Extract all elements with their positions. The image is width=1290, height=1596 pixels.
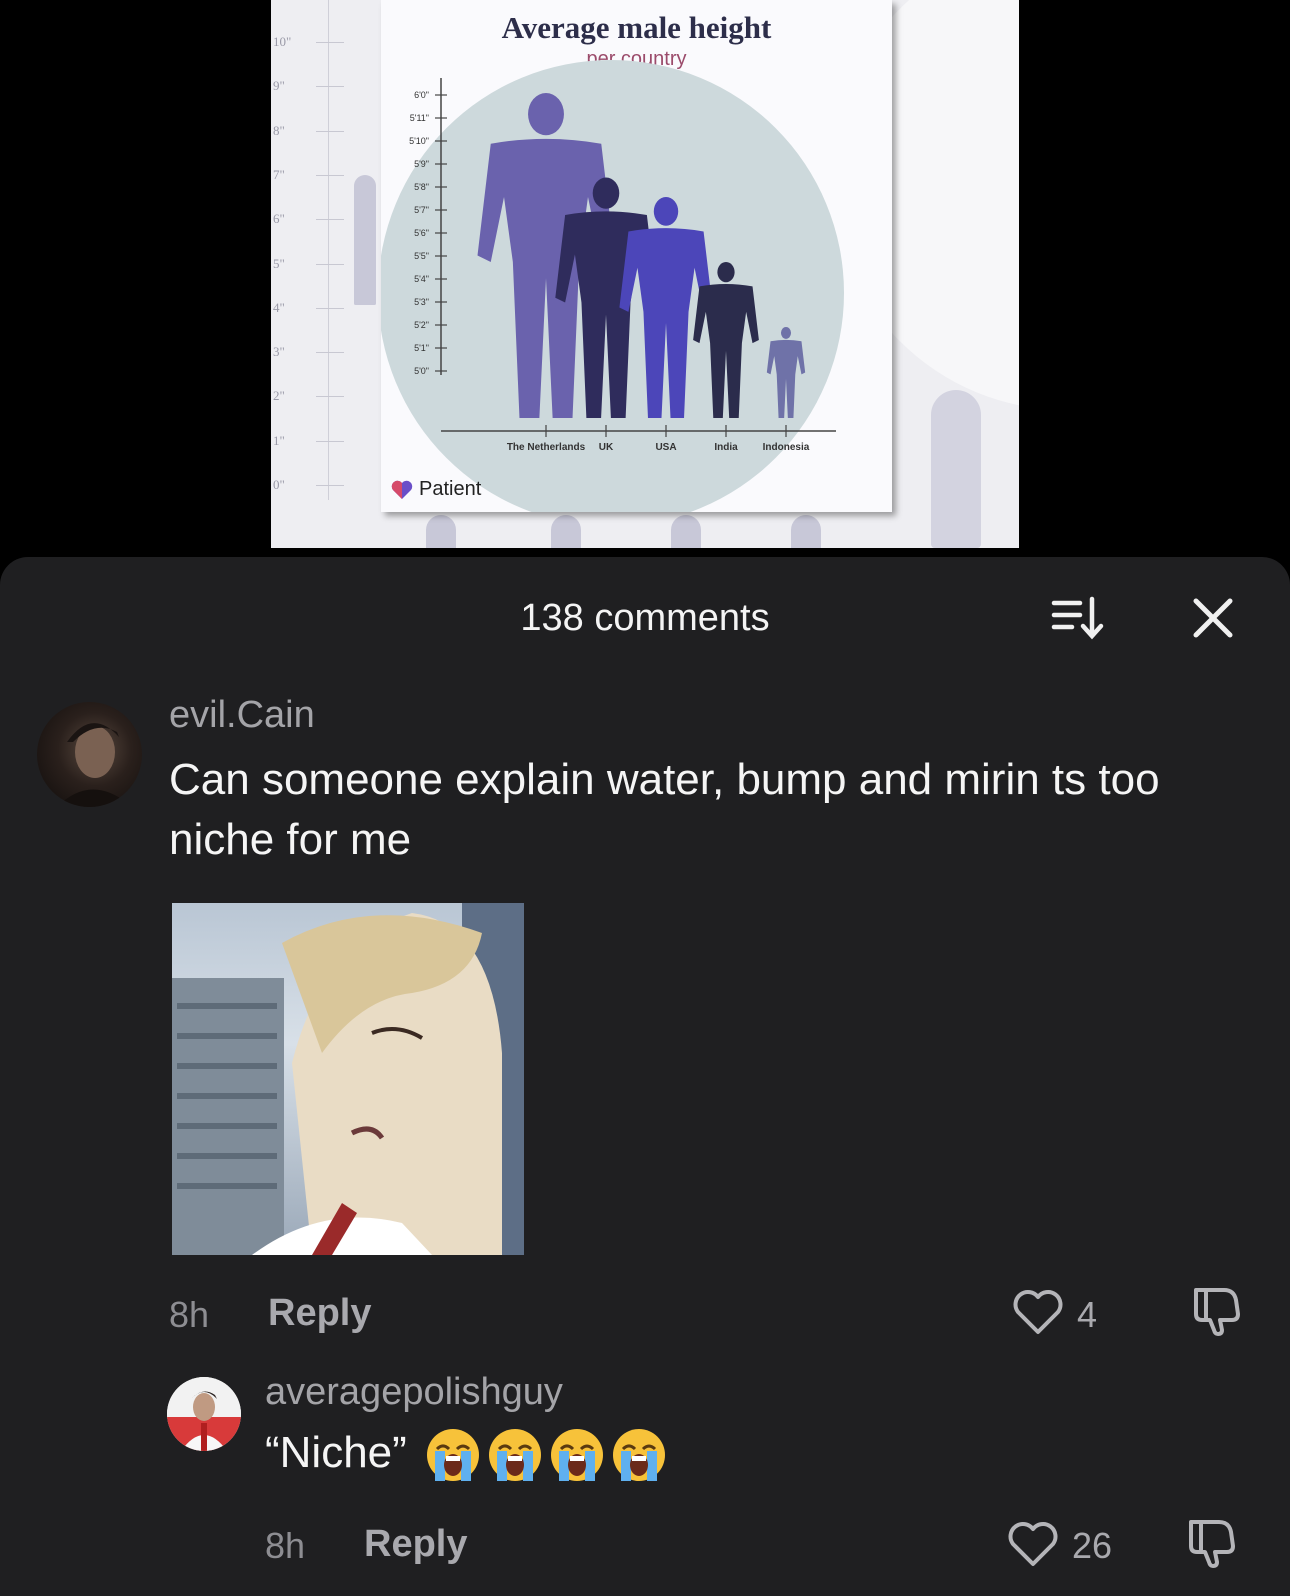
ruler-label: 10" [273,34,292,49]
y-tick-label: 5'0" [414,366,429,376]
ruler-tick [316,130,344,132]
comment-time: 8h [169,1294,210,1335]
ruler-label: 5" [273,255,285,271]
avatar-portrait [57,723,132,807]
ruler-tick [316,396,344,398]
ruler-label: 8" [273,122,285,138]
ruler-tick [316,440,344,442]
y-tick-label: 5'7" [414,205,429,215]
crying-emoji-icon [487,1427,543,1483]
y-tick-label: 5'6" [414,228,429,238]
ghost-silhouette [354,175,376,305]
y-tick-label: 5'8" [414,182,429,192]
reply-username[interactable]: averagepolishguy [265,1371,563,1414]
x-tick-label: The Netherlands [507,442,586,453]
ghost-silhouette [671,515,701,548]
like-count: 26 [1072,1525,1113,1566]
crying-emoji-icon [611,1427,667,1483]
crying-emoji-icon [549,1427,605,1483]
ruler-tick [316,263,344,265]
ruler-label: 2" [273,388,285,404]
background-height-ruler: 10" 9" 8" 7" 6" 5" 4" 3" 2" 1" 0" [271,0,351,500]
ruler-label: 0" [273,477,285,492]
heart-icon[interactable] [1006,1519,1060,1569]
gif-illustration [172,903,524,1255]
crying-emoji-icon [425,1427,481,1483]
y-tick-label: 5'1" [414,343,429,353]
x-tick-label: UK [599,442,614,453]
brand-name: Patient [419,478,482,500]
y-tick-label: 6'0" [414,90,429,100]
dislike-icon[interactable] [1185,1514,1239,1568]
ruler-tick [316,86,344,88]
ghost-silhouette [426,515,456,548]
reply-button[interactable]: Reply [364,1523,467,1566]
ruler-tick [316,42,344,43]
avatar[interactable] [37,702,142,807]
height-chart: 6'0" 5'11" 5'10" 5'9" 5'8" 5'7" 5'6" 5'5" 5'4" 5'… [381,60,844,512]
ruler-tick [316,485,344,486]
y-tick-label: 5'4" [414,274,429,284]
ruler-tick [316,352,344,354]
ruler-tick [316,307,344,309]
reply-button[interactable]: Reply [268,1292,371,1335]
heart-icon[interactable] [1011,1287,1065,1337]
video-frame[interactable]: 10" 9" 8" 7" 6" 5" 4" 3" 2" 1" 0" Average male hei… [271,0,1019,548]
y-tick-label: 5'10" [409,136,429,146]
heart-logo-icon [391,480,413,499]
sort-icon[interactable] [1050,595,1106,641]
ruler-label: 7" [273,166,285,182]
like-count: 4 [1077,1294,1098,1335]
ruler-label: 9" [273,78,285,94]
avatar[interactable] [167,1377,241,1451]
y-tick-label: 5'11" [410,113,429,123]
ghost-silhouette [551,515,581,548]
crying-emoji-row [419,1428,667,1482]
reply-time: 8h [265,1525,306,1566]
x-tick-label: Indonesia [763,442,810,453]
brand-logo: Patient [391,478,481,501]
comment-text: Can someone explain water, bump and miri… [169,755,1160,864]
avatar-portrait [167,1377,241,1451]
y-tick-label: 5'2" [414,320,429,330]
ruler-label: 1" [273,432,285,448]
reply-text: “Niche” [265,1423,667,1483]
ghost-silhouette [931,390,981,548]
close-icon[interactable] [1188,593,1238,643]
y-tick-label: 5'3" [414,297,429,307]
dislike-icon[interactable] [1190,1282,1244,1336]
x-tick-label: India [714,442,738,453]
ruler-label: 3" [273,344,285,360]
reply-text-quote: “Niche” [265,1428,407,1477]
y-tick-label: 5'5" [414,251,429,261]
comment-username[interactable]: evil.Cain [169,694,315,737]
ruler-tick [316,174,344,176]
y-tick-label: 5'9" [414,159,429,169]
comment-gif[interactable] [172,903,524,1255]
comments-sheet: 138 comments evil.Cain Can someone expla… [0,557,1290,1596]
ghost-silhouette [791,515,821,548]
x-tick-label: USA [655,442,676,453]
ruler-tick [316,219,344,221]
chart-card: Average male height per country 6'0" 5'11… [381,0,892,512]
ruler-label: 6" [273,211,285,227]
ruler-label: 4" [273,299,285,315]
